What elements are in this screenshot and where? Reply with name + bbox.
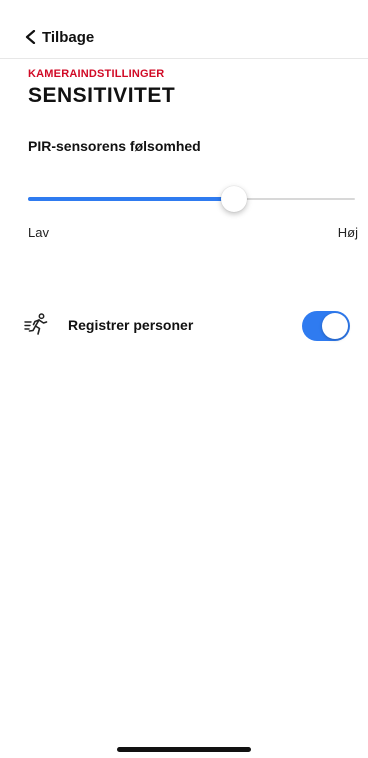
chevron-left-icon <box>24 30 38 44</box>
slider-thumb[interactable] <box>221 186 247 212</box>
sensitivity-slider[interactable] <box>28 184 355 214</box>
detect-people-toggle[interactable] <box>302 311 350 341</box>
detect-people-row[interactable]: Registrer personer <box>24 309 350 343</box>
home-indicator <box>117 747 251 752</box>
page-title: SENSITIVITET <box>28 84 176 107</box>
back-button-label: Tilbage <box>42 28 95 46</box>
detect-people-label: Registrer personer <box>68 317 194 333</box>
sensitivity-label: PIR-sensorens følsomhed <box>28 138 201 154</box>
top-navigation-bar: Tilbage <box>0 0 368 59</box>
back-button[interactable]: Tilbage <box>24 26 94 48</box>
running-person-icon <box>24 313 50 337</box>
slider-fill <box>28 197 234 201</box>
section-category: KAMERAINDSTILLINGER <box>28 68 165 80</box>
toggle-knob <box>322 313 348 339</box>
slider-high-label: Høj <box>337 225 358 240</box>
slider-low-label: Lav <box>28 225 49 240</box>
